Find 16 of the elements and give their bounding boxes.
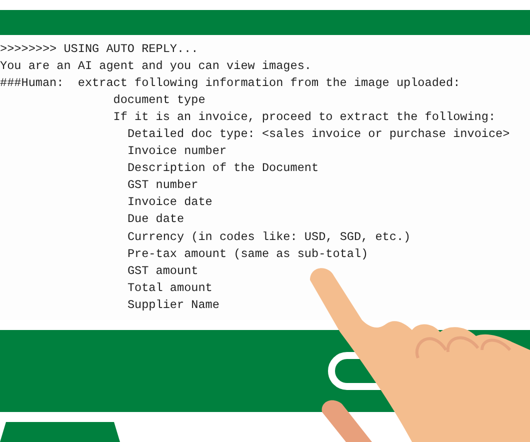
- console-line: GST number: [126, 177, 200, 194]
- console-line: Pre-tax amount (same as sub-total): [126, 246, 370, 263]
- console-line: Description of the Document: [126, 160, 320, 178]
- console-line: >>>>>>>> USING AUTO REPLY...: [0, 41, 200, 58]
- console-line: Detailed doc type: <sales invoice or purchase invoice>: [126, 126, 511, 144]
- console-line: Total amount: [126, 280, 214, 297]
- console-line: ###Human: extract following information from the image uploaded:: [0, 75, 462, 92]
- console-line: Invoice number: [126, 143, 228, 160]
- console-line: GST amount: [126, 262, 200, 280]
- console-line: You are an AI agent and you can view images.: [0, 58, 312, 76]
- console-line: If it is an invoice, proceed to extract the following:: [112, 109, 497, 126]
- console-line: document type: [112, 92, 206, 110]
- console-line: Supplier Name: [126, 296, 220, 314]
- console-line: Due date: [126, 211, 186, 228]
- console-line: Currency (in codes like: USD, SGD, etc.): [126, 228, 412, 246]
- console-line: Invoice date: [126, 194, 214, 212]
